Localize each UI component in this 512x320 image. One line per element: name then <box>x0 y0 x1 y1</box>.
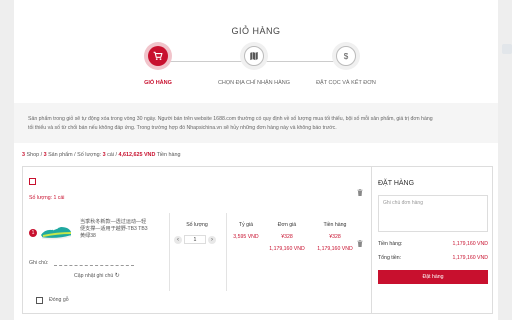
header-qty: Số lượng <box>186 222 208 228</box>
amount-cny: ¥328 <box>329 234 341 240</box>
cart-summary: 3 Shop / 3 Sản phẩm / Số lượng: 3 cái / … <box>22 152 181 158</box>
goods-total-value: 1,179,160 VND <box>452 241 488 247</box>
item-trash-icon[interactable] <box>357 240 363 247</box>
order-note-textarea[interactable]: Ghi chú đơn hàng <box>378 195 488 232</box>
header-rate: Tỷ giá <box>238 222 254 228</box>
update-note-button[interactable]: Cập nhật ghi chú ↻ <box>74 272 120 279</box>
refresh-icon: ↻ <box>114 273 120 279</box>
step-label-cart: GIỎ HÀNG <box>144 80 172 86</box>
wood-packing-checkbox[interactable] <box>36 297 43 304</box>
amount-vnd: 1,179,160 VND <box>317 246 353 252</box>
quantity-input[interactable]: 1 <box>184 235 206 244</box>
header-amount: Tiền hàng <box>323 222 347 228</box>
place-order-button[interactable]: Đặt hàng <box>378 270 488 284</box>
qty-label: cái / <box>105 152 119 158</box>
grand-total-value: 1,179,160 VND <box>452 255 488 261</box>
quantity-stepper: ‹ 1 › <box>174 235 216 244</box>
order-title: ĐẶT HÀNG <box>378 180 415 187</box>
total-amount: 4,612,625 VND <box>118 152 156 158</box>
shop-checkbox[interactable] <box>29 178 36 185</box>
item-index-badge: 1 <box>29 229 37 237</box>
products-label: Sản phẩm / Số lượng: <box>46 152 103 158</box>
unit-price-vnd: 1,179,160 VND <box>269 246 305 252</box>
col-divider-2 <box>226 213 227 291</box>
step-cart[interactable] <box>148 46 168 66</box>
order-panel <box>371 166 493 314</box>
total-label: Tiền hàng <box>155 152 181 158</box>
goods-total-label: Tiền hàng: <box>378 241 403 247</box>
item-note-input[interactable] <box>54 265 134 266</box>
shops-label: Shop / <box>25 152 44 158</box>
product-thumbnail[interactable] <box>39 220 73 242</box>
wood-packing-label: Đóng gỗ <box>49 297 69 303</box>
update-note-label: Cập nhật ghi chú <box>74 273 114 279</box>
step-address[interactable] <box>244 46 264 66</box>
increment-button[interactable]: › <box>208 235 216 244</box>
page-title: GIỎ HÀNG <box>231 26 281 36</box>
step-connector-2 <box>264 61 344 62</box>
exchange-rate: 3,595 VND <box>233 234 259 240</box>
map-icon <box>250 51 258 61</box>
scroll-edge <box>502 44 512 54</box>
decrement-button[interactable]: ‹ <box>174 235 182 244</box>
notice-box: Sản phẩm trong giỏ sẽ tự động xóa trong … <box>14 103 498 143</box>
item-note-label: Ghi chú: <box>29 260 49 266</box>
header-price: Đơn giá <box>277 222 297 228</box>
notice-line-2: tối thiểu và số từ chối bán nếu không đá… <box>28 125 337 131</box>
step-connector-1 <box>164 61 254 62</box>
dollar-icon: $ <box>344 52 349 61</box>
col-divider-1 <box>169 213 170 291</box>
cart-icon <box>153 51 163 60</box>
page: GIỎ HÀNG $ GIỎ HÀNG CHỌN ĐỊA CHỈ NHẬN HÀ… <box>0 0 512 320</box>
shop-qty-label: Số lượng: 1 cái <box>29 195 65 201</box>
step-label-deposit: ĐẶT CỌC VÀ KẾT ĐƠN <box>316 80 376 86</box>
trash-icon[interactable] <box>357 189 363 196</box>
product-name[interactable]: 当季秋冬新款—透过运动—轻便支撑—适用于越野-TB3 TB3黄绿38 <box>80 219 150 240</box>
unit-price-cny: ¥328 <box>281 234 293 240</box>
step-label-address: CHỌN ĐỊA CHỈ NHẬN HÀNG <box>217 80 291 86</box>
grand-total-label: Tổng tiền: <box>378 255 402 261</box>
step-deposit[interactable]: $ <box>336 46 356 66</box>
notice-line-1: Sản phẩm trong giỏ sẽ tự động xóa trong … <box>28 116 433 122</box>
svg-text:$: $ <box>344 52 349 61</box>
